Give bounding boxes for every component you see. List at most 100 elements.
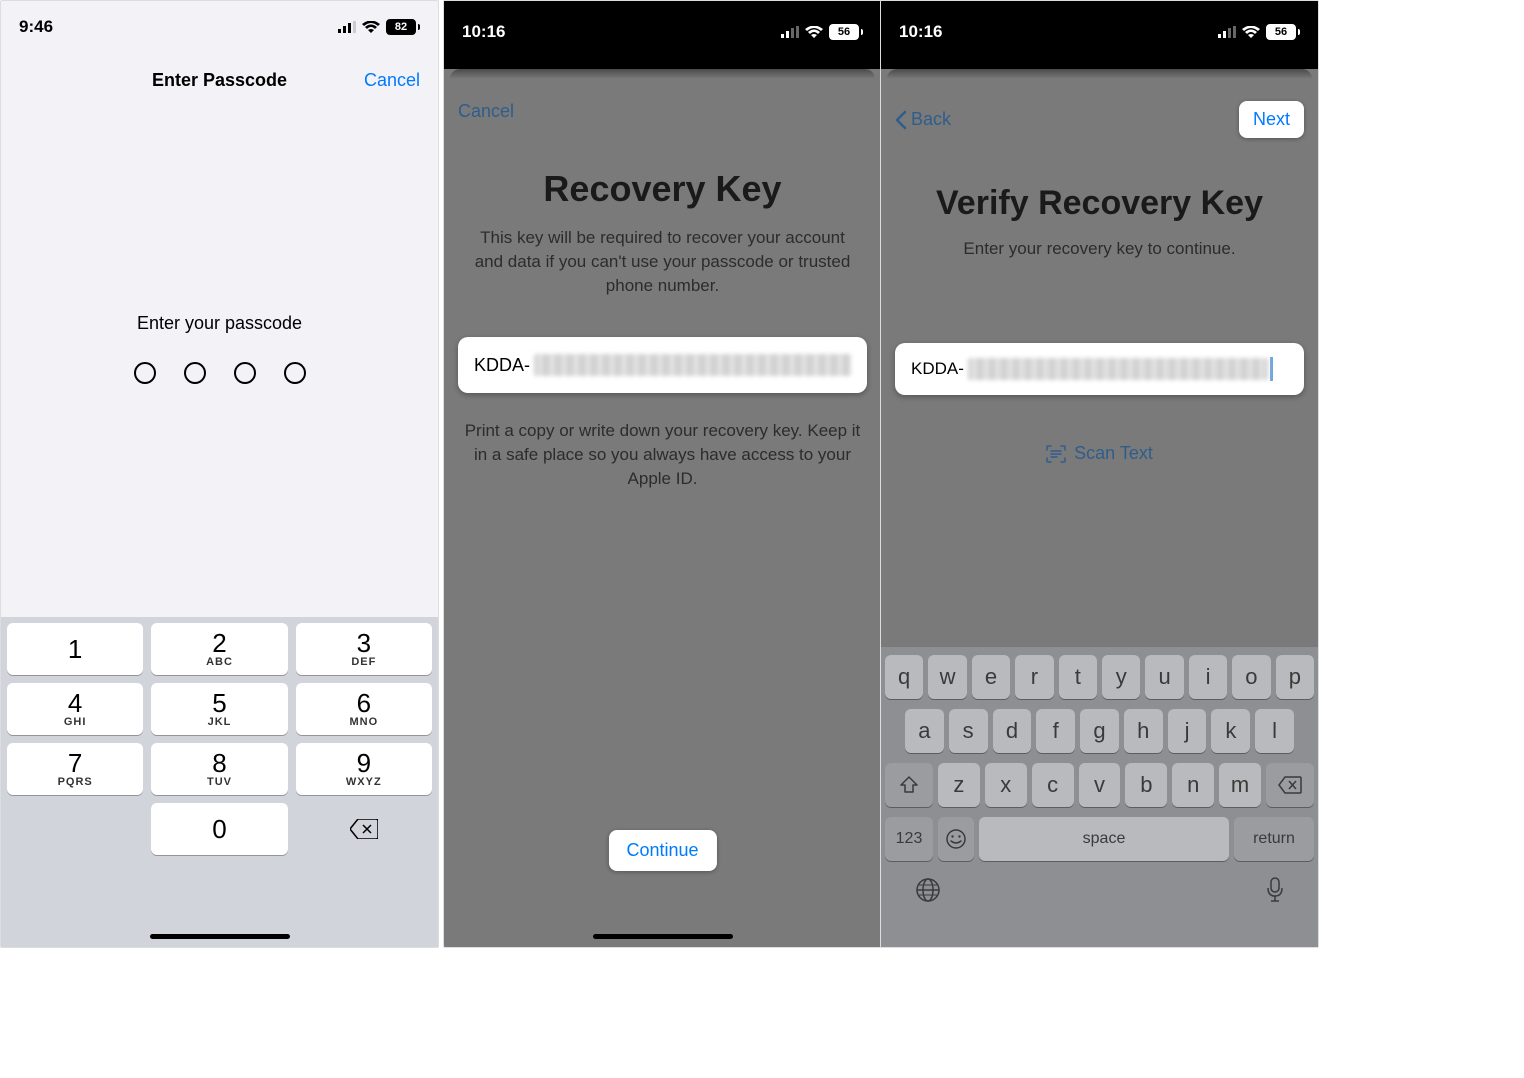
cellular-icon [338, 21, 356, 33]
passcode-dot [284, 362, 306, 384]
keyboard: qwertyuiop asdfghjkl zxcvbnm 123 space r… [881, 647, 1318, 947]
status-time: 10:16 [462, 22, 663, 42]
shift-icon [899, 776, 919, 794]
key-k[interactable]: k [1211, 709, 1250, 753]
key-h[interactable]: h [1124, 709, 1163, 753]
status-bar: 9:46 82 [1, 1, 438, 49]
chevron-left-icon [895, 110, 907, 130]
key-y[interactable]: y [1102, 655, 1140, 699]
cellular-icon [781, 26, 799, 38]
key-c[interactable]: c [1032, 763, 1074, 807]
delete-icon [350, 819, 378, 839]
key-w[interactable]: w [928, 655, 966, 699]
keypad-0[interactable]: 0 [151, 803, 287, 855]
keypad-8[interactable]: 8TUV [151, 743, 287, 795]
key-a[interactable]: a [905, 709, 944, 753]
keypad-4[interactable]: 4GHI [7, 683, 143, 735]
wifi-icon [362, 21, 380, 33]
screen-recovery-key: 10:16 56 Cancel Recovery Key This key wi… [443, 0, 882, 948]
wifi-icon [1242, 26, 1260, 38]
key-r[interactable]: r [1015, 655, 1053, 699]
key-n[interactable]: n [1172, 763, 1214, 807]
key-b[interactable]: b [1125, 763, 1167, 807]
key-m[interactable]: m [1219, 763, 1261, 807]
keyboard-delete-key[interactable] [1266, 763, 1314, 807]
number-keypad: 1 2ABC 3DEF 4GHI 5JKL 6MNO 7PQRS 8TUV 9W… [1, 617, 438, 947]
page-title: Recovery Key [458, 168, 867, 210]
home-indicator[interactable] [150, 934, 290, 939]
key-v[interactable]: v [1079, 763, 1121, 807]
passcode-dot [184, 362, 206, 384]
wifi-icon [805, 26, 823, 38]
space-key[interactable]: space [979, 817, 1229, 861]
keypad-delete[interactable] [296, 803, 432, 855]
recovery-key-display: KDDA- [458, 337, 867, 393]
key-e[interactable]: e [972, 655, 1010, 699]
keypad-9[interactable]: 9WXYZ [296, 743, 432, 795]
key-z[interactable]: z [938, 763, 980, 807]
keypad-1[interactable]: 1 [7, 623, 143, 675]
recovery-key-input-value: KDDA- [911, 359, 964, 379]
keypad-6[interactable]: 6MNO [296, 683, 432, 735]
key-x[interactable]: x [985, 763, 1027, 807]
text-cursor [1270, 357, 1273, 381]
screen-enter-passcode: 9:46 82 Enter Passcode Cancel Enter your… [0, 0, 439, 948]
delete-icon [1278, 776, 1302, 794]
numbers-key[interactable]: 123 [885, 817, 933, 861]
battery-icon: 82 [386, 19, 420, 35]
key-t[interactable]: t [1059, 655, 1097, 699]
passcode-dot [234, 362, 256, 384]
key-p[interactable]: p [1276, 655, 1314, 699]
recovery-key-redacted [968, 358, 1268, 380]
back-button[interactable]: Back [895, 109, 951, 130]
passcode-dot [134, 362, 156, 384]
continue-button[interactable]: Continue [608, 830, 716, 871]
page-title: Enter Passcode [152, 70, 287, 91]
cellular-icon [1218, 26, 1236, 38]
next-button[interactable]: Next [1239, 101, 1304, 138]
status-bar: 10:16 56 [881, 1, 1318, 57]
status-bar: 10:16 56 [444, 1, 881, 57]
scan-text-button[interactable]: Scan Text [895, 443, 1304, 464]
battery-icon: 56 [1266, 24, 1300, 40]
key-g[interactable]: g [1080, 709, 1119, 753]
keypad-7[interactable]: 7PQRS [7, 743, 143, 795]
page-description: This key will be required to recover you… [458, 226, 867, 297]
home-indicator[interactable] [593, 934, 733, 939]
recovery-key-prefix: KDDA- [474, 355, 530, 376]
mic-icon [1266, 877, 1284, 903]
key-s[interactable]: s [949, 709, 988, 753]
key-f[interactable]: f [1036, 709, 1075, 753]
keypad-2[interactable]: 2ABC [151, 623, 287, 675]
globe-icon [915, 877, 941, 903]
keypad-3[interactable]: 3DEF [296, 623, 432, 675]
key-i[interactable]: i [1189, 655, 1227, 699]
return-key[interactable]: return [1234, 817, 1314, 861]
page-title: Verify Recovery Key [895, 184, 1304, 223]
key-u[interactable]: u [1145, 655, 1183, 699]
passcode-prompt: Enter your passcode [1, 313, 438, 334]
page-description: Enter your recovery key to continue. [895, 239, 1304, 259]
cancel-button[interactable]: Cancel [458, 101, 514, 122]
key-l[interactable]: l [1255, 709, 1294, 753]
key-q[interactable]: q [885, 655, 923, 699]
status-time: 10:16 [899, 22, 1100, 42]
recovery-key-note: Print a copy or write down your recovery… [458, 419, 867, 490]
nav-bar: Enter Passcode Cancel [1, 57, 438, 103]
emoji-key[interactable] [938, 817, 974, 861]
passcode-dots [1, 362, 438, 384]
shift-key[interactable] [885, 763, 933, 807]
key-d[interactable]: d [993, 709, 1032, 753]
status-time: 9:46 [19, 17, 220, 37]
emoji-icon [945, 828, 967, 850]
cancel-button[interactable]: Cancel [364, 70, 420, 91]
keypad-5[interactable]: 5JKL [151, 683, 287, 735]
scan-icon [1046, 445, 1066, 463]
key-j[interactable]: j [1168, 709, 1207, 753]
battery-icon: 56 [829, 24, 863, 40]
recovery-key-input[interactable]: KDDA- [895, 343, 1304, 395]
screen-verify-recovery-key: 10:16 56 Back Next Verify Recovery Key E… [880, 0, 1319, 948]
globe-key[interactable] [915, 877, 941, 908]
key-o[interactable]: o [1232, 655, 1270, 699]
dictation-key[interactable] [1266, 877, 1284, 908]
